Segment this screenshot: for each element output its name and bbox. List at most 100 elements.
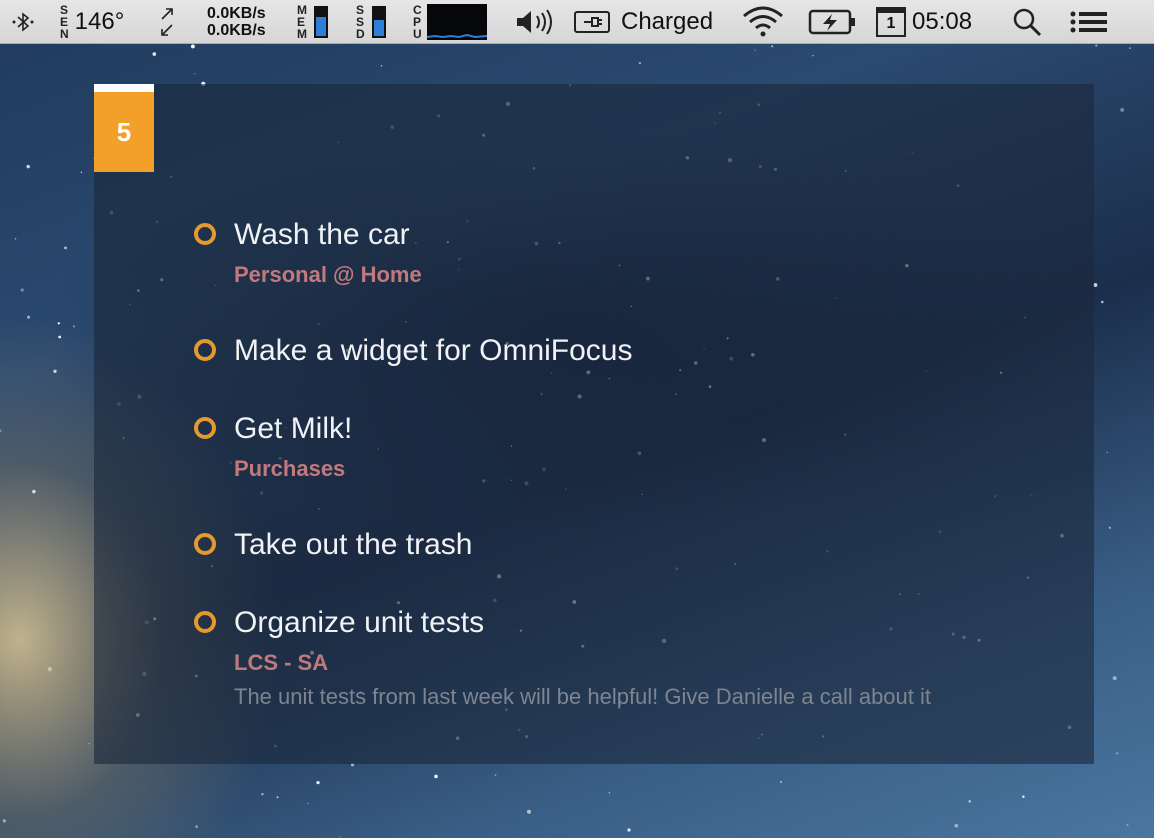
task-complete-checkbox[interactable] — [194, 417, 216, 439]
star — [1129, 47, 1131, 49]
star — [380, 65, 383, 67]
star — [57, 322, 60, 325]
star — [2, 819, 6, 823]
task-title: Get Milk! — [234, 412, 353, 445]
star — [47, 667, 52, 672]
task-title: Take out the trash — [234, 528, 473, 561]
star — [26, 164, 30, 169]
star — [88, 742, 90, 745]
battery-charging-icon[interactable] — [808, 0, 858, 44]
star — [1101, 300, 1104, 304]
star — [316, 780, 320, 785]
memory-widget[interactable]: M E M — [297, 0, 328, 44]
star — [339, 836, 341, 838]
star — [812, 54, 814, 57]
star — [32, 489, 36, 494]
star — [73, 325, 75, 328]
bluetooth-icon[interactable] — [10, 0, 36, 44]
ssd-usage-bar — [371, 6, 386, 38]
star — [638, 61, 642, 65]
task-context: Personal @ Home — [234, 262, 422, 287]
task-title: Wash the car — [234, 218, 410, 251]
star — [608, 792, 611, 794]
star — [58, 335, 62, 339]
power-plug-icon — [574, 11, 610, 33]
calendar-icon: 1 — [876, 7, 906, 37]
star — [27, 315, 31, 319]
star — [0, 429, 2, 433]
net-down-speed: 0.0KB/s — [207, 22, 266, 39]
star — [1120, 107, 1125, 112]
star — [261, 793, 264, 796]
temperature-value: 146° — [74, 8, 125, 35]
star — [1116, 752, 1119, 755]
clock-widget[interactable]: 1 05:08 — [876, 0, 972, 44]
star — [627, 828, 631, 832]
star — [14, 238, 17, 240]
star — [80, 171, 83, 173]
star — [780, 781, 782, 783]
star — [190, 44, 195, 49]
task-complete-checkbox[interactable] — [194, 339, 216, 361]
calendar-day: 1 — [886, 15, 896, 32]
star — [754, 49, 756, 51]
cpu-label: C P U — [413, 4, 422, 40]
task-complete-checkbox[interactable] — [194, 223, 216, 245]
task-context: Purchases — [234, 456, 346, 481]
ssd-label-d: D — [356, 27, 365, 41]
cpu-label-u: U — [413, 27, 422, 41]
cpu-graph — [426, 4, 487, 40]
star — [1095, 44, 1098, 47]
task-count-badge: 5 — [94, 84, 154, 172]
temperature-sensor-widget[interactable]: S E N 146° — [60, 0, 124, 44]
star — [152, 52, 157, 56]
sensor-label: S E N — [60, 4, 69, 40]
cpu-widget[interactable]: C P U — [413, 0, 487, 44]
network-speed-widget[interactable]: 0.0KB/s 0.0KB/s — [207, 0, 266, 44]
star — [526, 809, 532, 814]
star — [307, 802, 309, 805]
ssd-widget[interactable]: S S D — [356, 0, 386, 44]
star — [494, 774, 497, 776]
sensor-label-n: N — [60, 27, 69, 41]
star — [954, 823, 959, 828]
menu-bar: S E N 146° 0.0KB/s 0.0KB/s M E M S S D C… — [0, 0, 1154, 44]
memory-usage-fill — [316, 17, 326, 36]
power-status-text: Charged — [621, 8, 714, 35]
memory-usage-bar — [314, 6, 328, 38]
star — [1106, 451, 1108, 454]
power-source-widget[interactable]: Charged — [574, 0, 713, 44]
wifi-icon[interactable] — [742, 0, 784, 44]
clock-time: 05:08 — [912, 8, 973, 35]
network-arrows-icon — [158, 0, 176, 44]
star — [193, 72, 196, 75]
task-title: Make a widget for OmniFocus — [234, 334, 633, 367]
task-note: The unit tests from last week will be he… — [234, 684, 931, 709]
task-complete-checkbox[interactable] — [194, 533, 216, 555]
star — [53, 369, 57, 373]
task-count: 5 — [116, 116, 132, 147]
omnifocus-task-widget: 5 Wash the car Personal @ Home Make a wi… — [94, 84, 1094, 764]
net-up-speed: 0.0KB/s — [207, 5, 266, 22]
task-title: Organize unit tests — [234, 606, 485, 639]
star — [434, 774, 438, 779]
ssd-label: S S D — [356, 4, 365, 40]
star — [276, 796, 279, 799]
mem-label-m2: M — [297, 27, 307, 41]
notification-center-icon[interactable] — [1070, 0, 1108, 44]
star — [1126, 823, 1129, 827]
star — [64, 246, 67, 250]
volume-icon[interactable] — [515, 0, 559, 44]
star — [771, 45, 774, 48]
star — [1112, 676, 1117, 681]
ssd-usage-fill — [373, 19, 384, 36]
star — [1108, 526, 1111, 529]
star — [968, 800, 971, 803]
star — [1022, 795, 1025, 798]
mem-label: M E M — [297, 4, 307, 40]
spotlight-search-icon[interactable] — [1012, 0, 1042, 44]
task-complete-checkbox[interactable] — [194, 611, 216, 633]
star — [195, 825, 198, 828]
star — [20, 288, 24, 292]
task-context: LCS - SA — [234, 650, 329, 675]
